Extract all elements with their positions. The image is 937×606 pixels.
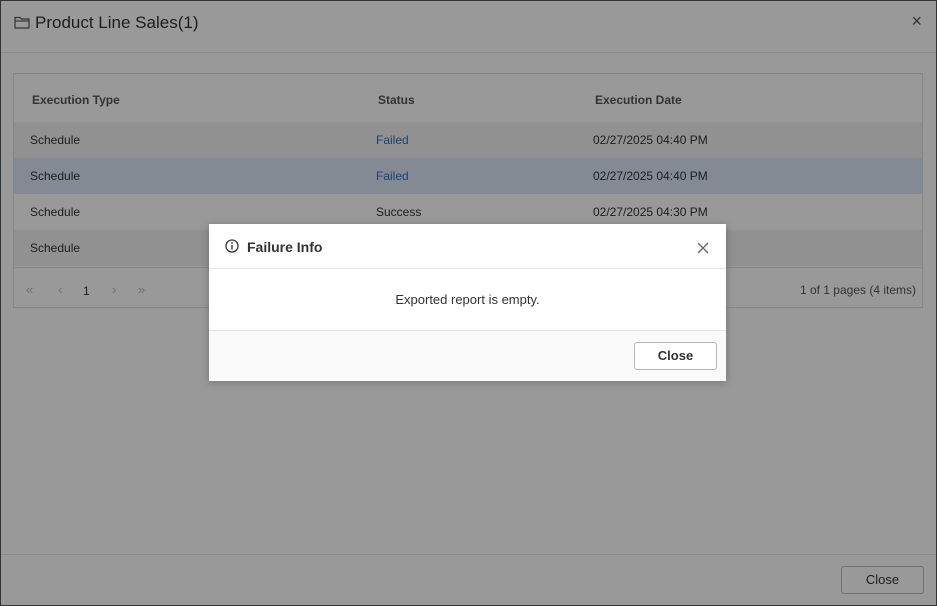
dialog-body: Exported report is empty. [209, 268, 726, 330]
failure-info-dialog: Failure Info Exported report is empty. C… [209, 224, 726, 381]
dialog-header: Failure Info [209, 224, 726, 269]
dialog-footer: Close [209, 330, 726, 381]
close-icon[interactable] [697, 242, 709, 254]
dialog-title: Failure Info [247, 239, 323, 255]
dialog-close-button[interactable]: Close [634, 342, 717, 370]
dialog-message: Exported report is empty. [395, 292, 540, 307]
info-icon [225, 239, 239, 253]
